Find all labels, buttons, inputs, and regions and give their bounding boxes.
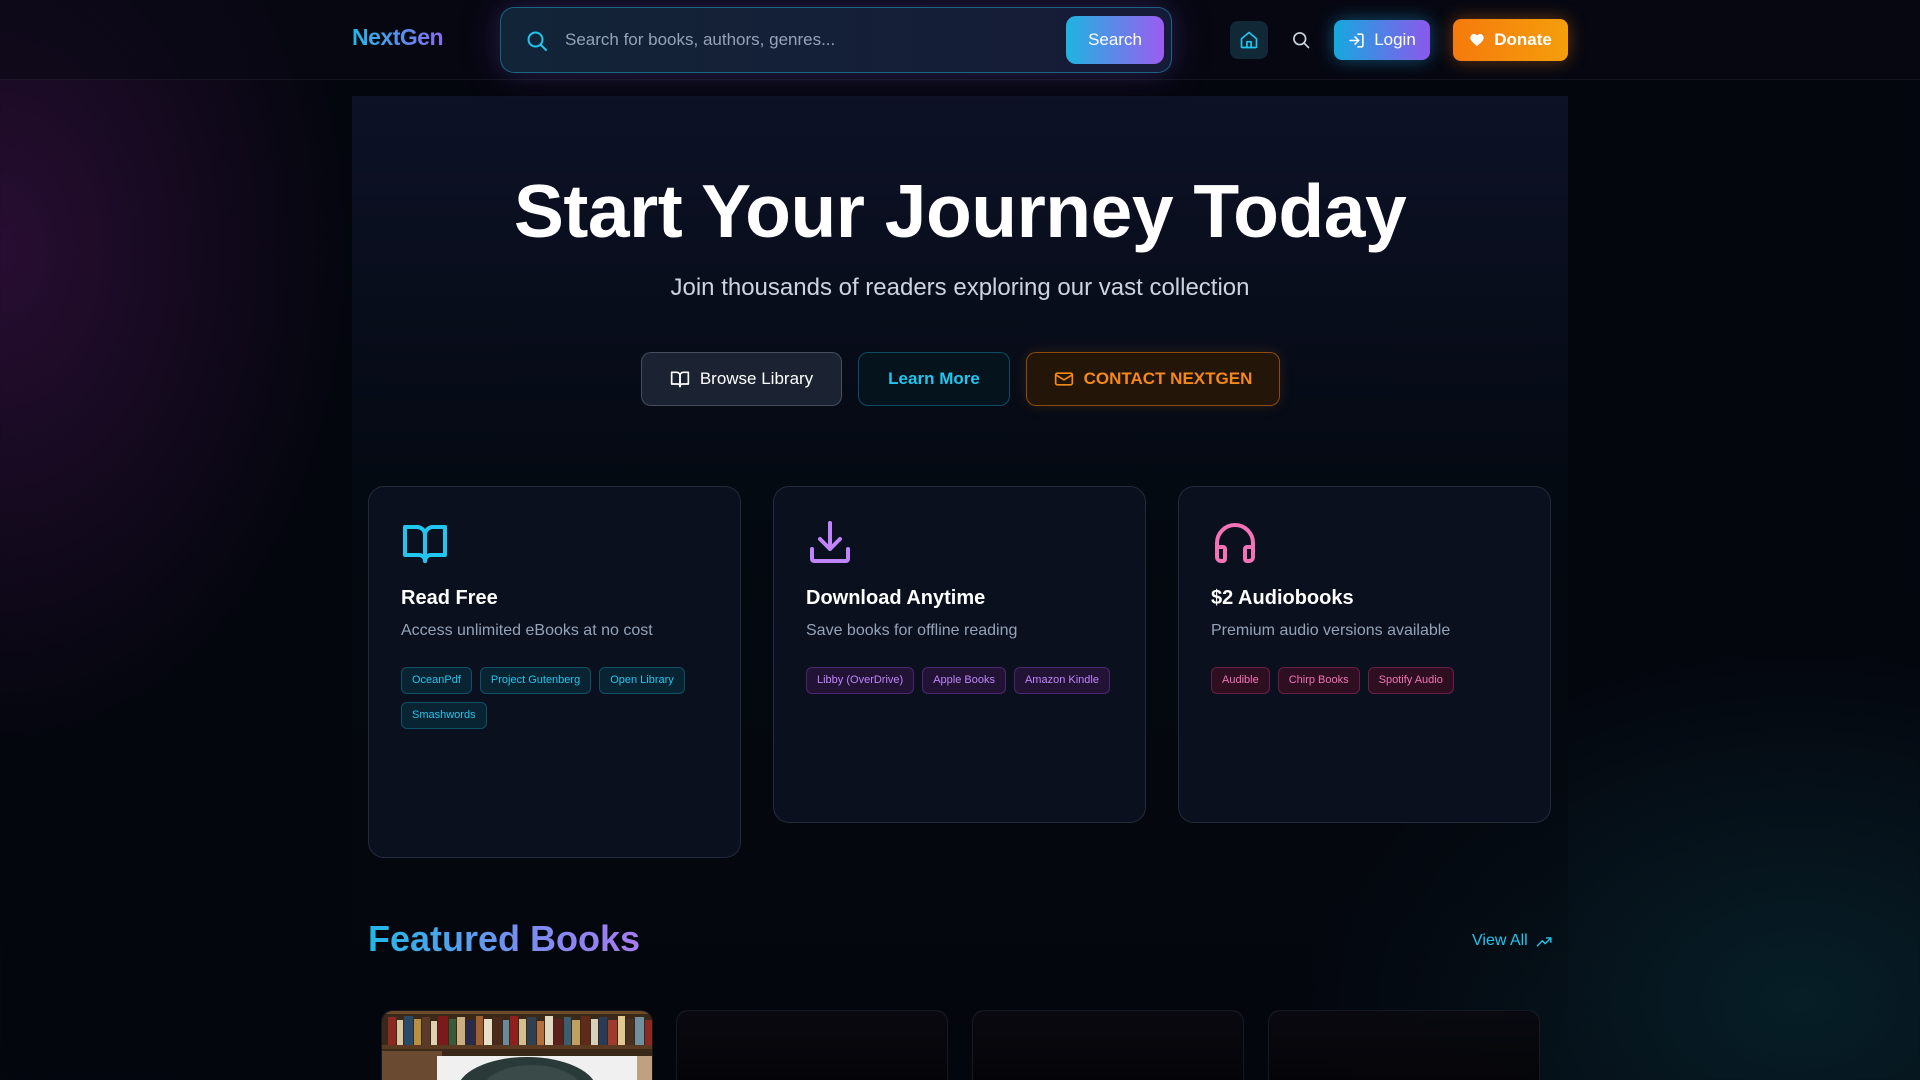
home-button[interactable]	[1230, 21, 1268, 59]
source-tag[interactable]: Audible	[1211, 667, 1270, 694]
heart-icon	[1470, 34, 1484, 46]
login-button[interactable]: Login	[1334, 20, 1430, 60]
book-open-icon	[403, 525, 447, 563]
view-all-link[interactable]: View All	[1472, 932, 1553, 950]
search-icon	[1293, 32, 1310, 49]
source-tag[interactable]: Apple Books	[922, 667, 1006, 694]
feature-title: $2 Audiobooks	[1211, 587, 1354, 609]
feature-description: Access unlimited eBooks at no cost	[401, 622, 653, 639]
featured-books-heading: Featured Books	[368, 918, 641, 959]
book-cover-image	[382, 1011, 652, 1080]
source-tag[interactable]: OceanPdf	[401, 667, 472, 694]
source-tag[interactable]: Chirp Books	[1277, 667, 1360, 694]
contact-button[interactable]: CONTACT NEXTGEN	[1026, 352, 1280, 406]
source-tag[interactable]: Libby (OverDrive)	[806, 667, 915, 694]
feature-description: Premium audio versions available	[1211, 622, 1451, 639]
feature-card-audiobooks: $2 Audiobooks Premium audio versions ava…	[1178, 486, 1551, 823]
view-all-label: View All	[1472, 932, 1528, 949]
book-card[interactable]	[1268, 1010, 1540, 1080]
donate-label: Donate	[1494, 30, 1552, 49]
search-bar: Search	[500, 7, 1172, 73]
source-tag[interactable]: Project Gutenberg	[479, 667, 592, 694]
feature-card-read-free: Read Free Access unlimited eBooks at no …	[368, 486, 741, 858]
feature-card-download-anytime: Download Anytime Save books for offline …	[773, 486, 1146, 823]
source-tag[interactable]: Smashwords	[401, 702, 487, 729]
login-icon	[1349, 32, 1364, 48]
search-input[interactable]	[565, 24, 1045, 56]
search-icon	[527, 31, 547, 51]
book-open-icon	[670, 371, 689, 388]
source-tag[interactable]: Open Library	[599, 667, 685, 694]
feature-tags: Libby (OverDrive) Apple Books Amazon Kin…	[806, 667, 1126, 694]
feature-title: Read Free	[401, 587, 498, 609]
search-button[interactable]: Search	[1066, 16, 1164, 64]
feature-title: Download Anytime	[806, 587, 986, 609]
hero-section: Start Your Journey Today Join thousands …	[352, 96, 1568, 1080]
learn-more-button[interactable]: Learn More	[858, 352, 1010, 406]
headphones-icon	[1215, 523, 1255, 563]
home-icon	[1240, 31, 1258, 49]
hero-subtitle: Join thousands of readers exploring our …	[670, 274, 1250, 301]
book-card[interactable]	[381, 1010, 653, 1080]
download-icon	[810, 521, 850, 563]
feature-tags: Audible Chirp Books Spotify Audio	[1211, 667, 1531, 694]
nav-search-button[interactable]	[1282, 21, 1320, 59]
source-tag[interactable]: Spotify Audio	[1367, 667, 1454, 694]
browse-library-button[interactable]: Browse Library	[641, 352, 842, 406]
trending-up-icon	[1536, 936, 1552, 946]
book-card[interactable]	[972, 1010, 1244, 1080]
login-label: Login	[1374, 30, 1416, 49]
donate-button[interactable]: Donate	[1453, 19, 1568, 61]
hero-title: Start Your Journey Today	[513, 169, 1407, 253]
book-card[interactable]	[676, 1010, 948, 1080]
logo[interactable]: NextGen	[352, 24, 444, 51]
top-navbar: NextGen Search Login Donate	[0, 0, 1920, 80]
feature-description: Save books for offline reading	[806, 622, 1018, 639]
source-tag[interactable]: Amazon Kindle	[1013, 667, 1110, 694]
browse-library-label: Browse Library	[699, 369, 814, 388]
contact-label: CONTACT NEXTGEN	[1083, 369, 1253, 388]
mail-icon	[1054, 372, 1073, 386]
feature-tags: OceanPdf Project Gutenberg Open Library …	[401, 667, 721, 729]
